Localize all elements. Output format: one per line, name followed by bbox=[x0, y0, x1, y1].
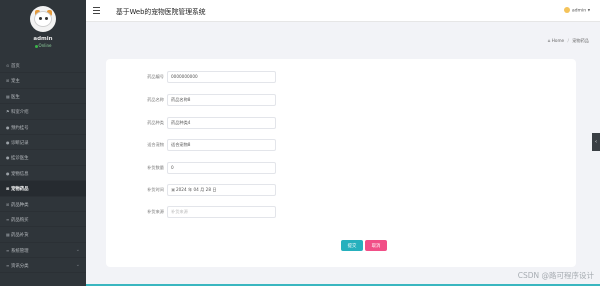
field-value: 药品名称8 bbox=[171, 97, 191, 102]
sidebar-item-label: 宠物信息 bbox=[11, 171, 29, 177]
form-field[interactable]: 药品名称8 bbox=[167, 94, 276, 106]
sidebar-item-label: 科室介绍 bbox=[11, 110, 29, 116]
sidebar-item[interactable]: ≡ 药品购买 bbox=[0, 212, 86, 228]
sidebar-item-label: 医生 bbox=[11, 94, 20, 100]
form-field[interactable]: 药品种类4 bbox=[167, 117, 276, 129]
field-label: 补货时间 bbox=[147, 187, 164, 192]
calendar-icon: ▣ bbox=[171, 187, 175, 192]
form-field[interactable]: 补货来源 bbox=[167, 206, 276, 218]
submit-button[interactable]: 提交 bbox=[341, 240, 363, 251]
field-value: 药品种类4 bbox=[171, 120, 191, 125]
sidebar-item-label: 药品购买 bbox=[11, 217, 29, 223]
user-avatar-icon bbox=[563, 7, 570, 13]
sidebar-item[interactable]: ● 预约挂号 bbox=[0, 120, 86, 135]
avatar[interactable] bbox=[30, 6, 56, 32]
watermark: CSDN @路可程序设计 bbox=[517, 271, 594, 280]
sidebar-item-label: 首页 bbox=[11, 64, 20, 69]
sidebar-item-label: 挂诊医生 bbox=[11, 156, 29, 162]
sidebar-item[interactable]: ⊞ 宠物药品 bbox=[0, 181, 86, 197]
sidebar-item[interactable]: ● 诊断记录 bbox=[0, 135, 86, 151]
field-value: 0 bbox=[171, 165, 174, 170]
form-field[interactable]: 0000000000 bbox=[167, 71, 276, 83]
app-title: 基于Web的宠物医院管理系统 bbox=[116, 8, 206, 16]
chevron-down-icon: ⌄ bbox=[75, 262, 80, 269]
sidebar-item-label: 预约挂号 bbox=[11, 125, 29, 131]
sidebar-item-label: 诊断记录 bbox=[11, 140, 29, 146]
sidebar-item[interactable]: ≡ 资讯分类 ⌄ bbox=[0, 258, 86, 274]
profile-name: admin bbox=[33, 36, 53, 42]
side-panel-toggle-icon[interactable]: ‹ bbox=[592, 133, 600, 151]
sidebar-item-label: 宠物药品 bbox=[11, 187, 29, 193]
breadcrumb: ⌂ Home / 宠物药品 bbox=[548, 38, 589, 44]
profile-panel: admin Online bbox=[0, 0, 86, 58]
sidebar-item[interactable]: ● 宠物信息 bbox=[0, 166, 86, 182]
online-dot-icon bbox=[34, 44, 38, 48]
sidebar-item-label: 系统管理 bbox=[11, 248, 29, 254]
menu-toggle-icon[interactable] bbox=[93, 7, 100, 14]
sidebar-item[interactable]: ▦药品补货 bbox=[0, 227, 86, 243]
sidebar-item-label: 药品种类 bbox=[11, 202, 29, 208]
form-card: 提交 取消 药品编号 0000000000 药品名称 药品名称8 药品种类 药品种类4 适合… bbox=[106, 59, 576, 267]
breadcrumb-separator: / bbox=[567, 38, 569, 43]
sidebar-item[interactable]: ⊞ 药品种类 bbox=[0, 197, 86, 212]
caret-down-icon: ▾ bbox=[587, 8, 590, 14]
sidebar-item[interactable]: ⊞ 宠主 bbox=[0, 73, 86, 89]
top-bar: 基于Web的宠物医院管理系统 admin ▾ bbox=[86, 0, 600, 22]
field-value: 2024 年 04 月 28 日 bbox=[175, 187, 217, 192]
home-icon: ⌂ bbox=[547, 38, 551, 43]
sidebar-item[interactable]: ● 挂诊医生 bbox=[0, 150, 86, 166]
sidebar-item[interactable]: ▦医生 bbox=[0, 89, 86, 105]
form-field[interactable]: ▣2024 年 04 月 28 日 bbox=[167, 184, 276, 196]
user-name: admin bbox=[571, 8, 587, 14]
field-value: 补货来源 bbox=[171, 209, 188, 214]
breadcrumb-current: 宠物药品 bbox=[572, 38, 589, 43]
sidebar-item-label: 宠主 bbox=[11, 79, 20, 85]
field-label: 药品名称 bbox=[147, 97, 164, 102]
user-menu[interactable]: admin ▾ bbox=[563, 7, 590, 14]
sidebar-item[interactable]: ⊙ 首页 bbox=[0, 58, 86, 74]
field-value: 0000000000 bbox=[171, 74, 198, 79]
sidebar-item[interactable]: ≡ 系统管理 ⌄ bbox=[0, 243, 86, 259]
field-label: 药品种类 bbox=[147, 120, 164, 125]
field-label: 补货来源 bbox=[147, 209, 164, 214]
field-label: 补货数量 bbox=[147, 165, 164, 170]
sidebar-item[interactable]: ⚑科室介绍 bbox=[0, 104, 86, 120]
form-field[interactable]: 适合宠物8 bbox=[167, 139, 276, 151]
form-field[interactable]: 0 bbox=[167, 162, 276, 174]
sidebar-nav: ⊙ 首页 ⊞ 宠主 ▦医生 ⚑科室介绍 ● 预约挂号 ● 诊断记录 ● 挂诊医生 ● 宠物信息 ⊞ 宠物药品 ⊞… bbox=[0, 58, 86, 274]
field-value: 适合宠物8 bbox=[171, 142, 191, 147]
sidebar-item-label: 资讯分类 bbox=[11, 264, 29, 270]
field-label: 适合宠物 bbox=[147, 142, 164, 147]
cancel-button[interactable]: 取消 bbox=[365, 240, 387, 251]
sidebar-item-label: 药品补货 bbox=[11, 233, 29, 239]
breadcrumb-home[interactable]: Home bbox=[552, 38, 564, 43]
field-label: 药品编号 bbox=[147, 74, 164, 79]
profile-status-text: Online bbox=[38, 43, 52, 48]
profile-status: Online bbox=[0, 43, 86, 48]
sidebar: admin Online ⊙ 首页 ⊞ 宠主 ▦医生 ⚑科室介绍 ● 预约挂号 ● 诊断记录 ● 挂诊… bbox=[0, 0, 86, 286]
chevron-down-icon: ⌄ bbox=[75, 246, 80, 253]
